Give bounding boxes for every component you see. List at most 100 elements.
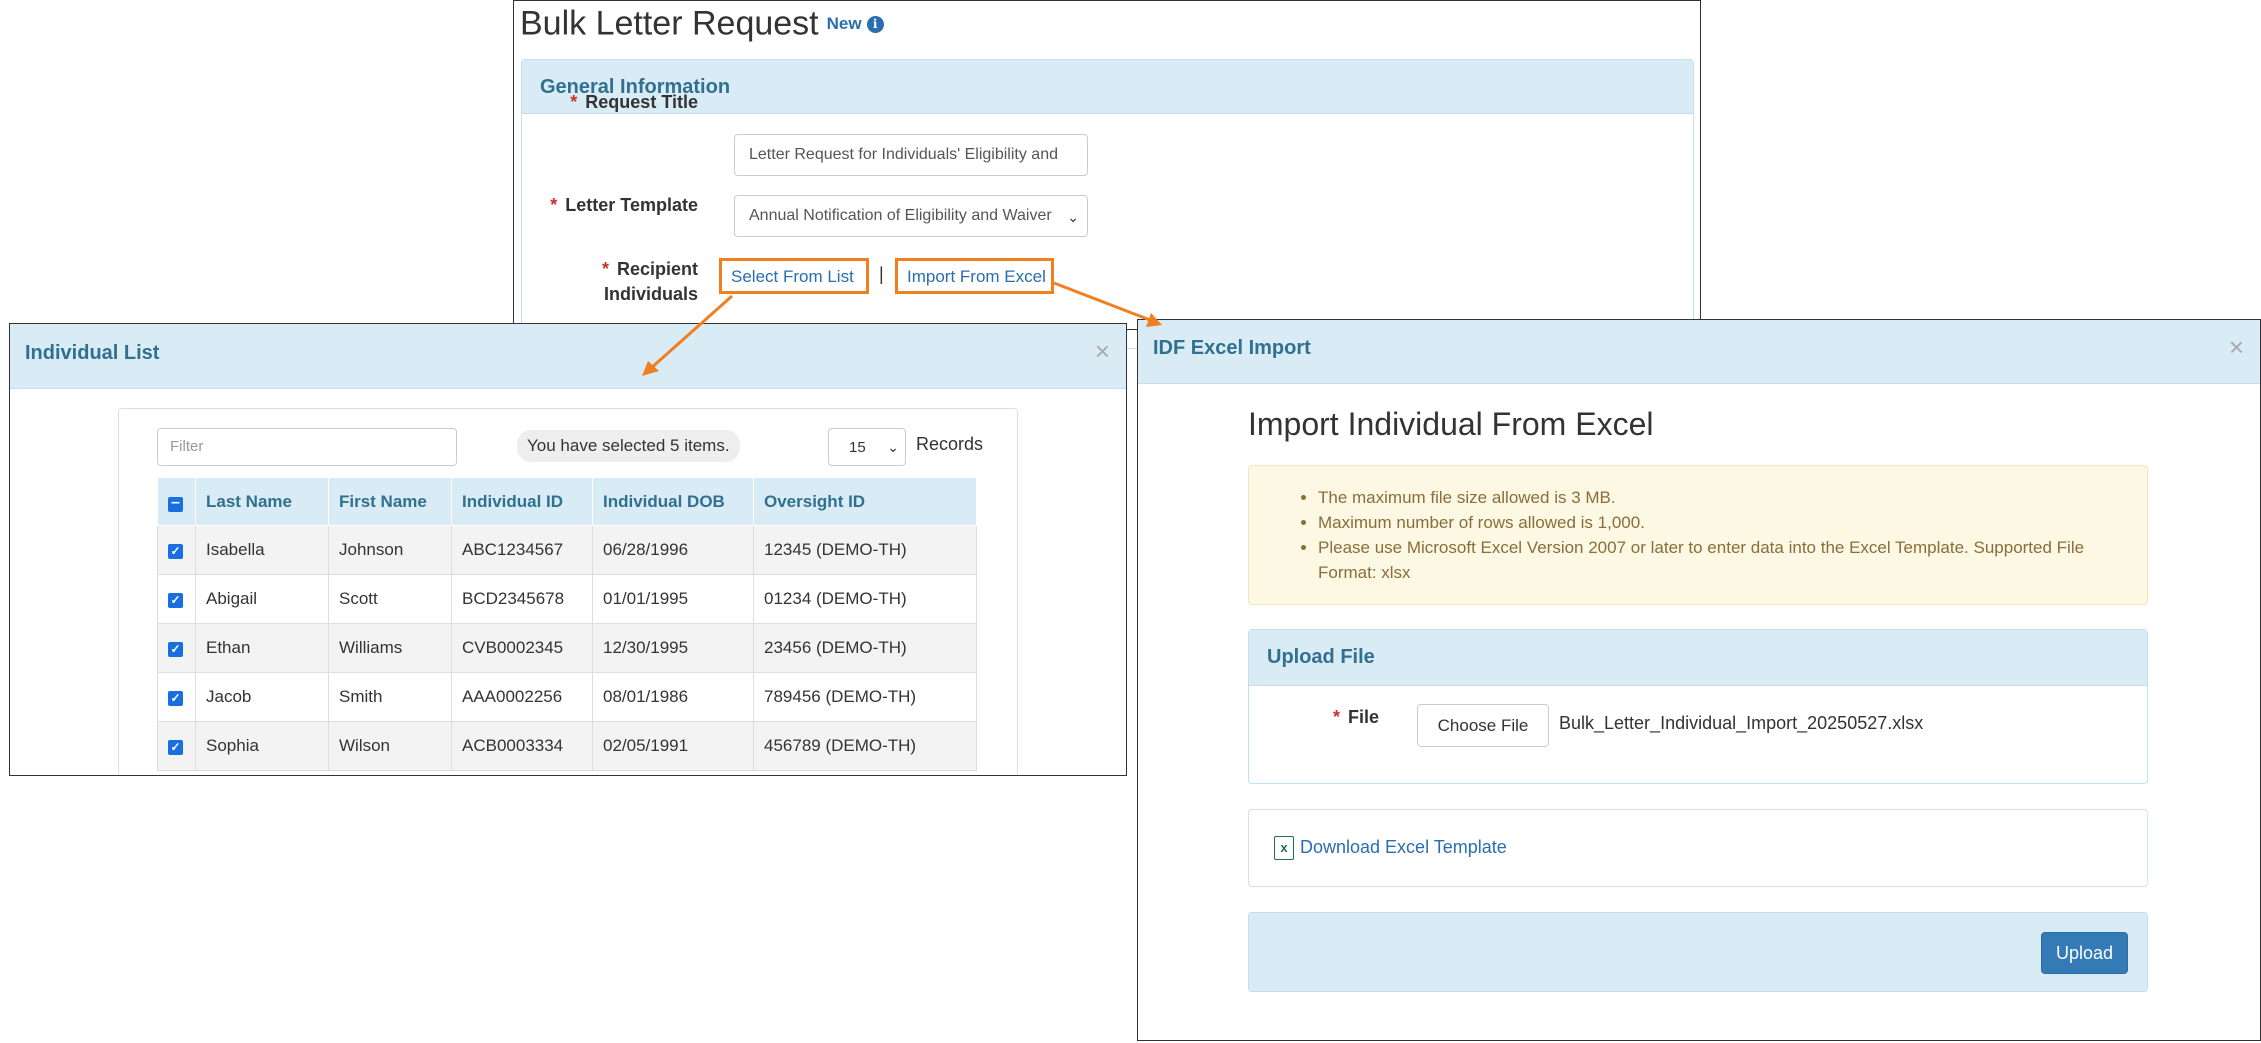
checked-checkbox-icon: ✓ xyxy=(168,544,183,559)
request-title-input[interactable]: Letter Request for Individuals' Eligibil… xyxy=(734,134,1088,176)
table-cell: 12345 (DEMO-TH) xyxy=(753,525,977,575)
new-badge: New xyxy=(826,14,862,34)
table-cell: 12/30/1995 xyxy=(592,623,754,673)
chevron-down-icon: ⌄ xyxy=(1067,209,1079,225)
table-cell: ACB0003334 xyxy=(451,721,593,771)
bulk-letter-request-window: Bulk Letter Request New i General Informat… xyxy=(513,0,1701,349)
individual-list-title: Individual List xyxy=(25,342,160,364)
import-from-excel-link[interactable]: Import From Excel xyxy=(895,258,1054,294)
column-header[interactable]: Oversight ID xyxy=(753,477,977,526)
close-icon[interactable]: × xyxy=(2229,332,2244,363)
required-marker: * xyxy=(550,195,558,215)
table-cell: AAA0002256 xyxy=(451,672,593,722)
table-header-row: – Last Name First Name Individual ID Ind… xyxy=(157,477,977,526)
table-cell: 01234 (DEMO-TH) xyxy=(753,574,977,624)
download-template-panel: x Download Excel Template xyxy=(1248,809,2148,887)
table-cell: Sophia xyxy=(195,721,329,771)
table-cell: Williams xyxy=(328,623,452,673)
upload-footer: Upload xyxy=(1248,912,2148,992)
column-header[interactable]: Individual DOB xyxy=(592,477,754,526)
idf-excel-import-modal: IDF Excel Import × Import Individual Fro… xyxy=(1137,319,2261,1041)
table-cell: Johnson xyxy=(328,525,452,575)
select-from-list-link[interactable]: Select From List xyxy=(719,258,869,294)
row-checkbox[interactable]: ✓ xyxy=(157,721,196,771)
close-icon[interactable]: × xyxy=(1095,336,1110,367)
individual-table-body: ✓ Isabella Johnson ABC1234567 06/28/1996 1234… xyxy=(157,525,977,771)
table-cell: 06/28/1996 xyxy=(592,525,754,575)
chevron-down-icon: ⌄ xyxy=(887,439,899,455)
individual-list-panel: Filter You have selected 5 items. 15 ⌄ R… xyxy=(118,408,1018,775)
table-row[interactable]: ✓ Ethan Williams CVB0002345 12/30/1995 23456 … xyxy=(157,623,977,673)
table-cell: Smith xyxy=(328,672,452,722)
letter-template-label: * Letter Template xyxy=(550,195,698,215)
table-cell: 08/01/1986 xyxy=(592,672,754,722)
idf-excel-import-title: IDF Excel Import xyxy=(1153,337,1311,359)
upload-file-panel: Upload File * File Choose File Bulk_Lette… xyxy=(1248,629,2148,784)
table-cell: 456789 (DEMO-TH) xyxy=(753,721,977,771)
table-cell: Scott xyxy=(328,574,452,624)
required-marker: * xyxy=(570,92,578,112)
table-row[interactable]: ✓ Sophia Wilson ACB0003334 02/05/1991 456789 … xyxy=(157,721,977,771)
letter-template-select[interactable]: Annual Notification of Eligibility and W… xyxy=(734,195,1088,237)
link-separator: | xyxy=(879,264,884,284)
select-all-checkbox[interactable]: – xyxy=(157,477,196,526)
row-checkbox[interactable]: ✓ xyxy=(157,623,196,673)
import-rules-list: The maximum file size allowed is 3 MB. M… xyxy=(1249,485,2147,585)
idf-excel-import-header: IDF Excel Import × xyxy=(1138,320,2260,384)
indeterminate-checkbox-icon: – xyxy=(168,494,183,512)
individual-list-header: Individual List × xyxy=(10,324,1126,389)
table-cell: 01/01/1995 xyxy=(592,574,754,624)
download-excel-template-link[interactable]: Download Excel Template xyxy=(1300,837,1507,858)
selected-count-badge: You have selected 5 items. xyxy=(517,430,740,462)
import-heading: Import Individual From Excel xyxy=(1248,406,1654,442)
import-rules-alert: The maximum file size allowed is 3 MB. M… xyxy=(1248,465,2148,605)
individual-table: – Last Name First Name Individual ID Ind… xyxy=(157,477,977,771)
row-checkbox[interactable]: ✓ xyxy=(157,672,196,722)
column-header[interactable]: Last Name xyxy=(195,477,329,526)
filter-input[interactable]: Filter xyxy=(157,428,457,466)
table-row[interactable]: ✓ Abigail Scott BCD2345678 01/01/1995 01234 (… xyxy=(157,574,977,624)
records-label: Records xyxy=(916,434,984,454)
checked-checkbox-icon: ✓ xyxy=(168,691,183,706)
row-checkbox[interactable]: ✓ xyxy=(157,525,196,575)
choose-file-button[interactable]: Choose File xyxy=(1417,704,1549,747)
required-marker: * xyxy=(1333,707,1341,727)
page-title: Bulk Letter Request New i xyxy=(520,3,884,44)
records-per-page-select[interactable]: 15 ⌄ xyxy=(828,428,906,466)
individual-list-modal: Individual List × Filter You have select… xyxy=(9,323,1127,776)
list-item: The maximum file size allowed is 3 MB. xyxy=(1318,485,2147,510)
request-title-label: * Request Title xyxy=(570,92,698,112)
table-cell: 789456 (DEMO-TH) xyxy=(753,672,977,722)
table-cell: ABC1234567 xyxy=(451,525,593,575)
column-header[interactable]: Individual ID xyxy=(451,477,593,526)
table-cell: Jacob xyxy=(195,672,329,722)
list-item: Please use Microsoft Excel Version 2007 … xyxy=(1318,535,2147,585)
table-cell: Isabella xyxy=(195,525,329,575)
checked-checkbox-icon: ✓ xyxy=(168,642,183,657)
table-cell: CVB0002345 xyxy=(451,623,593,673)
column-header[interactable]: First Name xyxy=(328,477,452,526)
upload-file-title: Upload File xyxy=(1249,630,2147,686)
selected-file-name: Bulk_Letter_Individual_Import_20250527.x… xyxy=(1559,713,1924,733)
table-cell: Ethan xyxy=(195,623,329,673)
table-cell: 23456 (DEMO-TH) xyxy=(753,623,977,673)
table-cell: 02/05/1991 xyxy=(592,721,754,771)
letter-template-value: Annual Notification of Eligibility and W… xyxy=(749,207,1052,224)
table-cell: Wilson xyxy=(328,721,452,771)
file-label: * File xyxy=(1333,707,1380,727)
table-row[interactable]: ✓ Jacob Smith AAA0002256 08/01/1986 789456 (D… xyxy=(157,672,977,722)
row-checkbox[interactable]: ✓ xyxy=(157,574,196,624)
table-cell: Abigail xyxy=(195,574,329,624)
table-row[interactable]: ✓ Isabella Johnson ABC1234567 06/28/1996 1234… xyxy=(157,525,977,575)
required-marker: * xyxy=(601,259,609,279)
recipient-individuals-label: * Recipient Individuals xyxy=(601,259,698,304)
records-per-page-value: 15 xyxy=(849,439,866,456)
page-title-text: Bulk Letter Request xyxy=(520,4,819,43)
checked-checkbox-icon: ✓ xyxy=(168,593,183,608)
table-cell: BCD2345678 xyxy=(451,574,593,624)
list-item: Maximum number of rows allowed is 1,000. xyxy=(1318,510,2147,535)
excel-file-icon: x xyxy=(1274,836,1294,860)
upload-button[interactable]: Upload xyxy=(2041,932,2128,974)
info-circle-icon[interactable]: i xyxy=(866,15,884,33)
checked-checkbox-icon: ✓ xyxy=(168,740,183,755)
